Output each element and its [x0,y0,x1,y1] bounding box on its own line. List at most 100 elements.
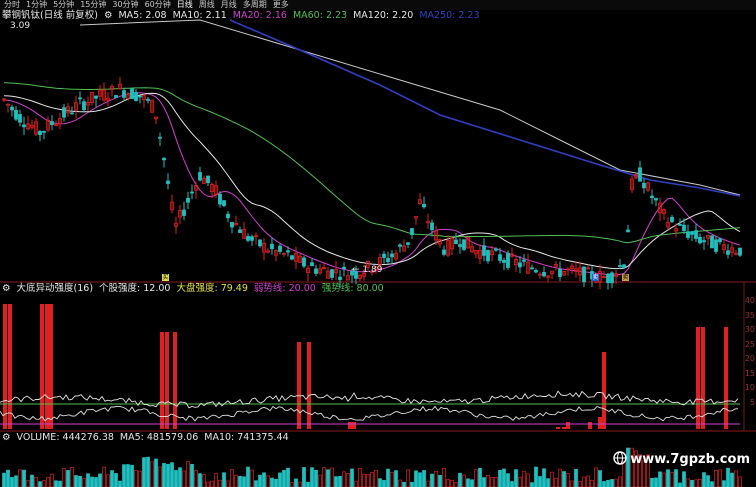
candle-body [198,172,202,181]
volume-bar [670,472,674,487]
volume-bar [234,474,238,487]
candle-body [382,253,386,258]
volume-bar [502,468,506,487]
volume-bar [154,458,158,487]
volume-bar [514,469,518,487]
volume-bar [666,469,670,487]
candle-body [498,254,502,261]
volume-bar [482,477,486,487]
volume-bar [342,471,346,487]
candle-body [738,247,742,256]
settings-icon[interactable]: ⚙ [2,283,11,295]
period-tab[interactable]: 分时 [4,0,20,10]
period-tab[interactable]: 30分钟 [112,0,138,10]
period-tab[interactable]: 更多 [273,0,289,10]
volume-bar [346,473,350,487]
candle-body [226,213,230,219]
period-tab[interactable]: 5分钟 [53,0,74,10]
volume-bar [18,469,22,487]
volume-bar [22,469,26,487]
volume-bar [50,473,54,487]
ma-label: MA5: 2.08 [118,10,167,21]
ma-label: MA120: 2.20 [353,10,414,21]
candle-body [10,106,14,111]
period-tab[interactable]: 60分钟 [145,0,171,10]
settings-icon[interactable]: ⚙ [104,10,113,22]
volume-bar [658,471,662,487]
period-toolbar: 分时 1分钟 5分钟 15分钟 30分钟 60分钟 日线 周线 月线 多周期 更多 [0,0,756,10]
candle-body [698,236,702,244]
volume-bar [458,472,462,487]
volume-bar [94,477,98,487]
period-tab[interactable]: 月线 [221,0,237,10]
candle-body [42,130,46,133]
volume-bar [210,480,214,487]
volume-bar [142,457,146,487]
indicator-value: 强势线: 80.00 [321,283,384,294]
volume-bar [34,476,38,487]
volume-bar [530,482,534,487]
high-price-label: 3.09 [10,21,31,31]
volume-bar [586,475,590,487]
candle-body [410,228,414,235]
volume-bar [690,480,694,487]
volume-bar [146,456,150,487]
volume-bar [330,467,334,487]
volume-bar [546,478,550,487]
candle-body [622,264,626,268]
candle-body [654,198,658,201]
settings-icon[interactable]: ⚙ [2,432,11,444]
volume-bar [698,478,702,487]
indicator-y-tick: 20 [744,354,755,363]
volume-bar [26,480,30,487]
volume-bar [554,477,558,487]
ma-label: MA20: 2.16 [232,10,287,21]
candle-body [250,236,254,241]
volume-bar [122,464,126,487]
volume-bar [382,480,386,487]
volume-bar [254,480,258,487]
volume-bar [294,478,298,487]
candle-body [310,262,314,267]
volume-bar [394,470,398,487]
volume-bar [166,463,170,487]
candle-body [270,243,274,250]
candle-body [486,250,490,262]
candle-body [166,180,170,184]
period-tab[interactable]: 1分钟 [26,0,47,10]
indicator-bar [297,342,301,429]
volume-bar [714,469,718,487]
watermark: www.7gpzb.com [613,451,750,467]
period-tab[interactable]: 多周期 [243,0,267,10]
indicator-bar [352,422,356,429]
candle-body [678,223,682,226]
volume-bar [570,480,574,487]
period-tab[interactable]: 15分钟 [80,0,106,10]
volume-bar [66,470,70,487]
indicator-bar [307,342,311,429]
volume-bar [598,470,602,487]
ma250-line [229,19,741,197]
candle-body [494,248,498,251]
volume-bar [538,476,542,487]
candle-body [638,167,642,182]
period-tab[interactable]: 日线 [177,0,193,10]
period-tab[interactable]: 周线 [199,0,215,10]
candle-body [702,240,706,243]
candle-body [218,193,222,205]
volume-bar [522,471,526,487]
volume-bar [618,476,622,487]
indicator-bar [701,327,705,429]
candle-body [710,235,714,249]
candle-body [406,242,410,245]
candle-body [130,88,134,99]
candle-body [330,269,334,278]
candle-body [682,224,686,231]
volume-bar [226,480,230,487]
volume-bar [370,472,374,487]
low-price-label: ← 1.89 [352,265,383,275]
stock-chart[interactable] [0,0,756,487]
volume-bar [422,470,426,487]
globe-icon [613,451,627,465]
volume-bar [190,463,194,487]
